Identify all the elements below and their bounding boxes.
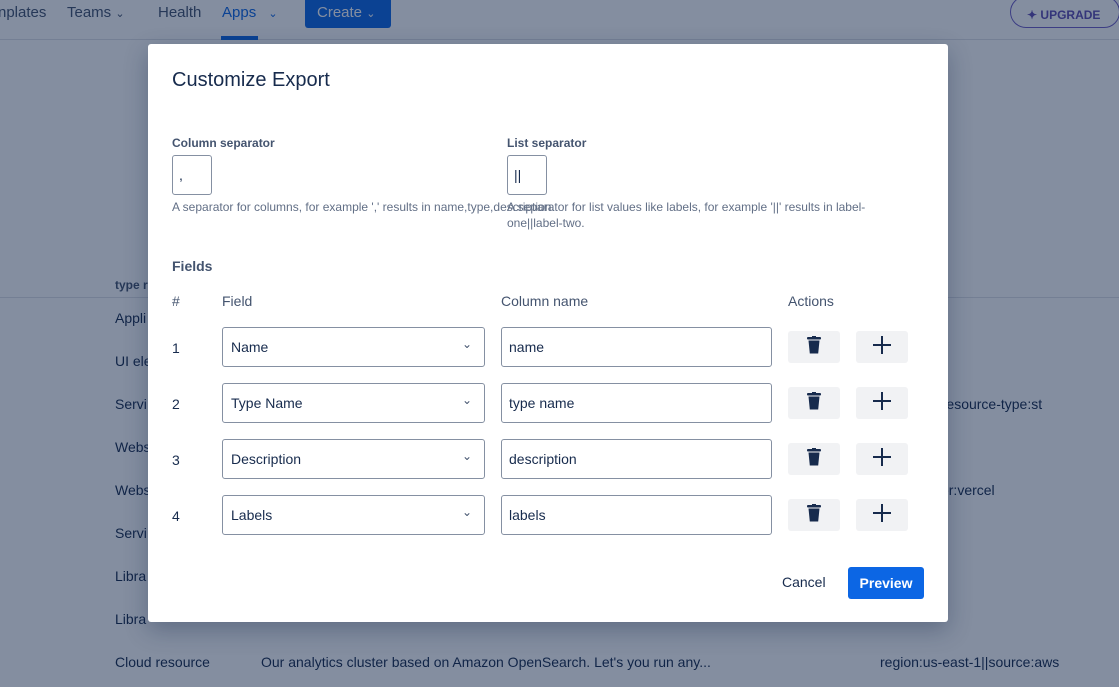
field-select-value: Type Name	[231, 395, 303, 411]
header-field: Field	[222, 293, 253, 309]
chevron-down-icon: ⌄	[461, 449, 472, 463]
header-actions: Actions	[788, 293, 834, 309]
list-separator-input[interactable]: ||	[507, 155, 547, 195]
field-select[interactable]: Description ⌄	[222, 439, 485, 479]
add-field-button[interactable]	[856, 387, 908, 419]
list-separator-label: List separator	[507, 136, 587, 150]
plus-icon	[872, 447, 892, 472]
row-number: 1	[172, 340, 180, 356]
fields-heading: Fields	[172, 258, 213, 274]
add-field-button[interactable]	[856, 499, 908, 531]
column-separator-help: A separator for columns, for example ','…	[172, 200, 555, 214]
list-separator-help: A separator for list values like labels,…	[507, 200, 866, 230]
row-number: 2	[172, 396, 180, 412]
field-select[interactable]: Name ⌄	[222, 327, 485, 367]
column-separator-input[interactable]: ,	[172, 155, 212, 195]
field-select[interactable]: Type Name ⌄	[222, 383, 485, 423]
chevron-down-icon: ⌄	[461, 393, 472, 407]
trash-icon	[806, 335, 822, 359]
header-num: #	[172, 293, 180, 309]
trash-icon	[806, 503, 822, 527]
row-number: 3	[172, 452, 180, 468]
field-select-value: Name	[231, 339, 269, 355]
plus-icon	[872, 391, 892, 416]
delete-field-button[interactable]	[788, 331, 840, 363]
cancel-button[interactable]: Cancel	[782, 574, 826, 590]
trash-icon	[806, 391, 822, 415]
chevron-down-icon: ⌄	[461, 505, 472, 519]
add-field-button[interactable]	[856, 443, 908, 475]
column-name-input[interactable]: labels	[501, 495, 772, 535]
field-select-value: Labels	[231, 507, 273, 523]
field-select-value: Description	[231, 451, 302, 467]
add-field-button[interactable]	[856, 331, 908, 363]
trash-icon	[806, 447, 822, 471]
column-name-input[interactable]: type name	[501, 383, 772, 423]
row-number: 4	[172, 508, 180, 524]
field-select[interactable]: Labels ⌄	[222, 495, 485, 535]
column-name-input[interactable]: name	[501, 327, 772, 367]
header-column-name: Column name	[501, 293, 589, 309]
column-separator-label: Column separator	[172, 136, 275, 150]
delete-field-button[interactable]	[788, 387, 840, 419]
customize-export-dialog: Customize Export Column separator , A se…	[148, 44, 948, 622]
plus-icon	[872, 503, 892, 528]
delete-field-button[interactable]	[788, 499, 840, 531]
chevron-down-icon: ⌄	[461, 337, 472, 351]
dialog-title: Customize Export	[172, 69, 330, 91]
delete-field-button[interactable]	[788, 443, 840, 475]
plus-icon	[872, 335, 892, 360]
column-name-input[interactable]: description	[501, 439, 772, 479]
preview-button[interactable]: Preview	[848, 567, 924, 599]
